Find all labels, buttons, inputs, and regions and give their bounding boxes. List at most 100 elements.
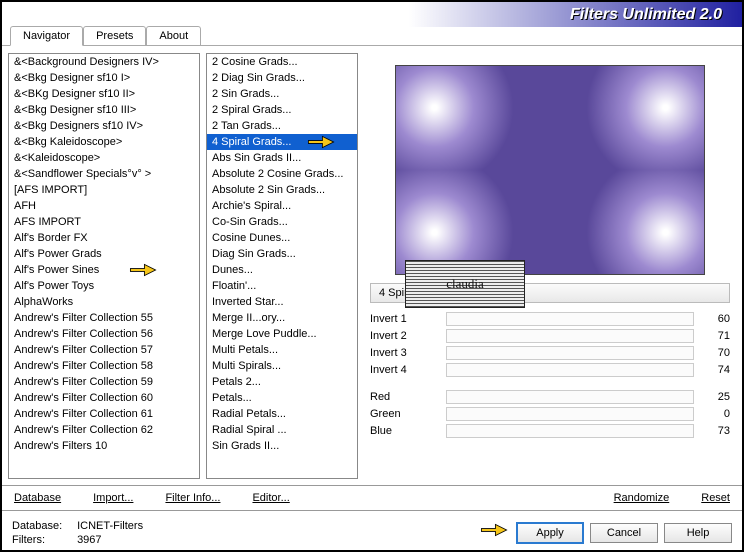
- list-item[interactable]: Andrew's Filter Collection 61: [9, 406, 199, 422]
- list-item[interactable]: [AFS IMPORT]: [9, 182, 199, 198]
- param-label: Green: [370, 407, 440, 422]
- list-item[interactable]: &<BKg Designer sf10 II>: [9, 86, 199, 102]
- list-item[interactable]: Alf's Power Sines: [9, 262, 199, 278]
- help-button[interactable]: Help: [664, 523, 732, 543]
- list-item[interactable]: 2 Cosine Grads...: [207, 54, 357, 70]
- list-item[interactable]: Alf's Border FX: [9, 230, 199, 246]
- link-randomize[interactable]: Randomize: [614, 492, 670, 504]
- list-item[interactable]: Diag Sin Grads...: [207, 246, 357, 262]
- bottom-links-bar: Database Import... Filter Info... Editor…: [2, 485, 742, 511]
- list-item[interactable]: Co-Sin Grads...: [207, 214, 357, 230]
- list-item[interactable]: Multi Petals...: [207, 342, 357, 358]
- list-item[interactable]: Andrew's Filter Collection 62: [9, 422, 199, 438]
- param-slider[interactable]: [446, 346, 694, 360]
- param-label: Invert 2: [370, 329, 440, 344]
- list-item[interactable]: &<Bkg Designer sf10 III>: [9, 102, 199, 118]
- app-header: Filters Unlimited 2.0: [2, 2, 742, 27]
- param-label: Invert 4: [370, 363, 440, 378]
- preview-image: [395, 65, 705, 275]
- category-list[interactable]: &<Background Designers IV>&<Bkg Designer…: [8, 53, 200, 479]
- list-item[interactable]: AFH: [9, 198, 199, 214]
- list-item[interactable]: AFS IMPORT: [9, 214, 199, 230]
- param-value: 60: [700, 312, 730, 327]
- param-slider[interactable]: [446, 390, 694, 404]
- list-item[interactable]: Andrew's Filter Collection 57: [9, 342, 199, 358]
- cancel-button[interactable]: Cancel: [590, 523, 658, 543]
- list-item[interactable]: Andrew's Filter Collection 59: [9, 374, 199, 390]
- list-item[interactable]: Andrew's Filters 10: [9, 438, 199, 454]
- list-item[interactable]: &<Bkg Designer sf10 I>: [9, 70, 199, 86]
- param-label: Blue: [370, 424, 440, 439]
- tab-bar: Navigator Presets About: [2, 26, 742, 46]
- list-item[interactable]: Multi Spirals...: [207, 358, 357, 374]
- list-item[interactable]: &<Background Designers IV>: [9, 54, 199, 70]
- param-slider[interactable]: [446, 363, 694, 377]
- list-item[interactable]: AlphaWorks: [9, 294, 199, 310]
- app-title: Filters Unlimited 2.0: [570, 6, 722, 24]
- list-item[interactable]: Abs Sin Grads II...: [207, 150, 357, 166]
- footer-info: Database: ICNET-Filters Filters: 3967: [12, 519, 143, 547]
- param-label: Red: [370, 390, 440, 405]
- list-item[interactable]: Radial Petals...: [207, 406, 357, 422]
- list-item[interactable]: &<Bkg Designers sf10 IV>: [9, 118, 199, 134]
- list-item[interactable]: Petals...: [207, 390, 357, 406]
- list-item[interactable]: &<Bkg Kaleidoscope>: [9, 134, 199, 150]
- list-item[interactable]: &<Sandflower Specials°v° >: [9, 166, 199, 182]
- tab-navigator[interactable]: Navigator: [10, 26, 83, 46]
- list-item[interactable]: Andrew's Filter Collection 58: [9, 358, 199, 374]
- filter-list[interactable]: 2 Cosine Grads...2 Diag Sin Grads...2 Si…: [206, 53, 358, 479]
- list-item[interactable]: Andrew's Filter Collection 55: [9, 310, 199, 326]
- list-item[interactable]: &<Kaleidoscope>: [9, 150, 199, 166]
- apply-button[interactable]: Apply: [516, 522, 584, 544]
- link-filter-info[interactable]: Filter Info...: [165, 492, 220, 504]
- list-item[interactable]: Alf's Power Grads: [9, 246, 199, 262]
- list-item[interactable]: 2 Spiral Grads...: [207, 102, 357, 118]
- param-label: Invert 1: [370, 312, 440, 327]
- footer-filters-label: Filters:: [12, 533, 74, 547]
- list-item[interactable]: Andrew's Filter Collection 60: [9, 390, 199, 406]
- list-item[interactable]: 2 Tan Grads...: [207, 118, 357, 134]
- list-item[interactable]: Merge Love Puddle...: [207, 326, 357, 342]
- list-item[interactable]: Inverted Star...: [207, 294, 357, 310]
- tab-presets[interactable]: Presets: [83, 26, 146, 45]
- list-item[interactable]: Archie's Spiral...: [207, 198, 357, 214]
- footer-db-label: Database:: [12, 519, 74, 533]
- param-label: Invert 3: [370, 346, 440, 361]
- param-row: Invert 4 74: [370, 362, 730, 379]
- footer: Database: ICNET-Filters Filters: 3967 Ap…: [2, 511, 742, 555]
- parameter-panel: Invert 160Invert 271Invert 370Invert 474…: [368, 311, 732, 477]
- link-database[interactable]: Database: [14, 492, 61, 504]
- param-slider[interactable]: [446, 407, 694, 421]
- list-item[interactable]: Dunes...: [207, 262, 357, 278]
- footer-filters-value: 3967: [77, 534, 101, 546]
- param-row: Green0: [370, 406, 730, 423]
- param-value: 70: [700, 346, 730, 361]
- hand-pointer-icon: [307, 132, 335, 152]
- list-item[interactable]: Radial Spiral ...: [207, 422, 357, 438]
- hand-pointer-icon: [480, 520, 508, 540]
- list-item[interactable]: Absolute 2 Sin Grads...: [207, 182, 357, 198]
- list-item[interactable]: Petals 2...: [207, 374, 357, 390]
- param-slider[interactable]: [446, 424, 694, 438]
- list-item[interactable]: 2 Sin Grads...: [207, 86, 357, 102]
- list-item[interactable]: Absolute 2 Cosine Grads...: [207, 166, 357, 182]
- param-value: 73: [700, 424, 730, 439]
- list-item[interactable]: 2 Diag Sin Grads...: [207, 70, 357, 86]
- param-row: Blue 73: [370, 423, 730, 440]
- param-value: 74: [700, 363, 730, 378]
- tab-about[interactable]: About: [146, 26, 201, 45]
- link-editor[interactable]: Editor...: [252, 492, 289, 504]
- param-row: Red25: [370, 389, 730, 406]
- param-slider[interactable]: [446, 329, 694, 343]
- param-slider[interactable]: [446, 312, 694, 326]
- param-row: Invert 1 60: [370, 311, 730, 328]
- list-item[interactable]: Alf's Power Toys: [9, 278, 199, 294]
- list-item[interactable]: Cosine Dunes...: [207, 230, 357, 246]
- list-item[interactable]: Sin Grads II...: [207, 438, 357, 454]
- link-reset[interactable]: Reset: [701, 492, 730, 504]
- list-item[interactable]: Floatin'...: [207, 278, 357, 294]
- list-item[interactable]: Merge II...ory...: [207, 310, 357, 326]
- list-item[interactable]: 4 Spiral Grads...: [207, 134, 357, 150]
- list-item[interactable]: Andrew's Filter Collection 56: [9, 326, 199, 342]
- link-import[interactable]: Import...: [93, 492, 133, 504]
